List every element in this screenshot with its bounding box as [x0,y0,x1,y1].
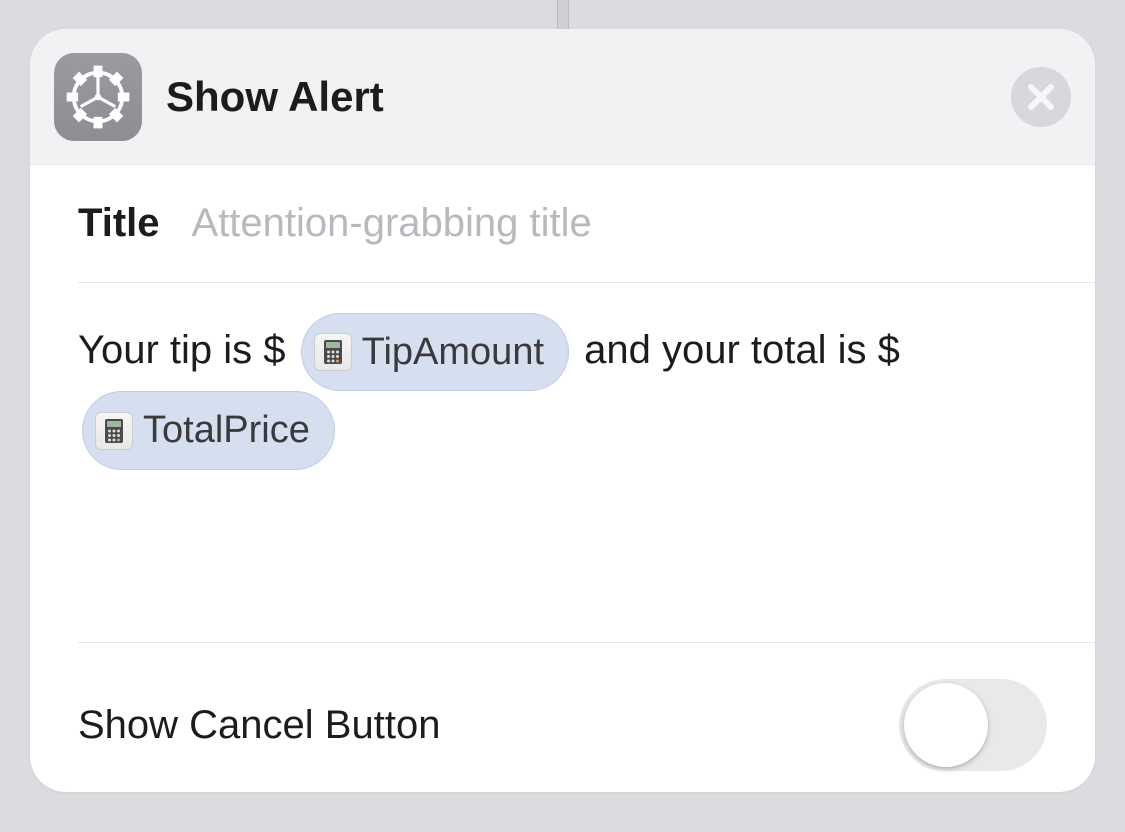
calculator-icon [314,333,352,371]
variable-name: TotalPrice [143,396,310,464]
calculator-icon [95,412,133,450]
close-icon [1027,83,1055,111]
action-body: Title Your tip is $ [30,165,1095,792]
show-cancel-toggle[interactable] [899,679,1047,771]
action-header: Show Alert [30,29,1095,165]
show-cancel-label: Show Cancel Button [78,703,440,748]
variable-name: TipAmount [362,318,544,386]
message-text-part: and your total is $ [584,328,900,372]
title-field-row: Title [78,165,1095,283]
message-text-part: Your tip is $ [78,328,286,372]
workflow-connector [557,0,569,30]
variable-token-tipamount[interactable]: TipAmount [301,313,569,391]
show-cancel-row: Show Cancel Button [78,643,1095,792]
settings-action-icon [54,53,142,141]
title-input[interactable] [192,201,1047,246]
action-title: Show Alert [166,73,987,121]
show-alert-action-card: Show Alert Title Your tip is $ [30,29,1095,792]
toggle-knob [904,683,988,767]
variable-token-totalprice[interactable]: TotalPrice [82,391,335,469]
message-field[interactable]: Your tip is $ [78,283,1095,643]
title-field-label: Title [78,201,160,246]
close-button[interactable] [1011,67,1071,127]
gear-icon [66,65,130,129]
